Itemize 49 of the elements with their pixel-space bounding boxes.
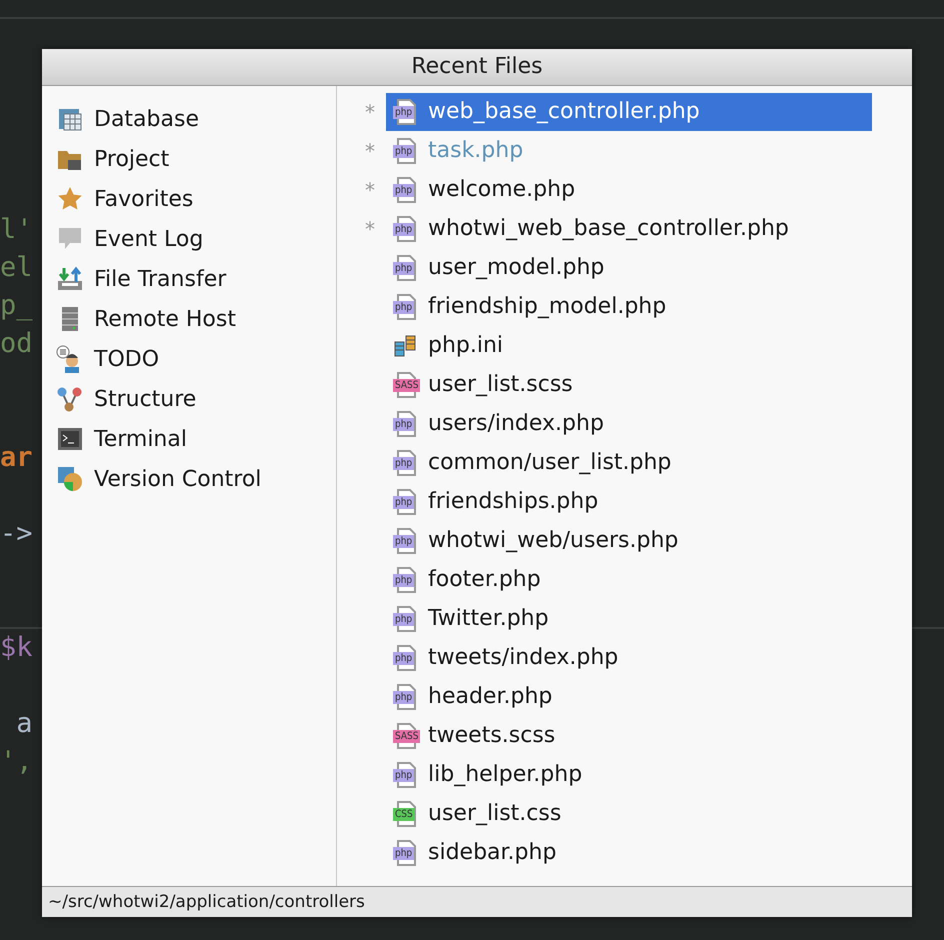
recent-file-item[interactable]: php whotwi_web/users.php <box>386 522 872 560</box>
recent-file-item[interactable]: php web_base_controller.php <box>386 92 872 130</box>
code-fragment: $k <box>0 632 33 663</box>
tool-window-item[interactable]: Favorites <box>42 179 202 219</box>
code-fragment: a <box>15 708 33 739</box>
modified-mark: * <box>364 178 375 202</box>
code-fragment: l' <box>0 214 33 245</box>
structure-icon <box>56 385 84 413</box>
recent-file-item[interactable]: php whotwi_web_base_controller.php <box>386 210 872 248</box>
recent-file-item[interactable]: php tweets/index.php <box>386 638 872 676</box>
tool-window-item[interactable]: Project <box>42 139 178 179</box>
tool-window-item[interactable]: Database <box>42 99 207 139</box>
modified-mark: * <box>364 216 375 240</box>
tool-window-item[interactable]: Structure <box>42 379 204 419</box>
modified-mark: * <box>364 138 375 162</box>
recent-file-item[interactable]: php friendships.php <box>386 482 872 520</box>
recent-file-item[interactable]: php lib_helper.php <box>386 756 872 794</box>
file-path: ~/src/whotwi2/application/controllers <box>48 892 365 912</box>
recent-file-item[interactable]: php.ini <box>386 326 872 364</box>
tool-window-item[interactable]: Terminal <box>42 419 195 459</box>
recent-file-item[interactable]: php welcome.php <box>386 170 872 208</box>
tool-window-item[interactable]: Remote Host <box>42 299 244 339</box>
code-fragment: ', <box>0 746 33 777</box>
recent-file-item[interactable]: php friendship_model.php <box>386 288 872 326</box>
tool-window-item[interactable]: Event Log <box>42 219 212 259</box>
code-fragment: od <box>0 328 33 359</box>
recent-file-item[interactable]: php sidebar.php <box>386 834 872 872</box>
recent-file-item[interactable]: php user_model.php <box>386 248 872 286</box>
transfer-icon <box>56 265 84 293</box>
tool-window-item[interactable]: File Transfer <box>42 259 234 299</box>
recent-file-item[interactable]: php task.php <box>386 132 872 170</box>
recent-file-item[interactable]: CSS user_list.css <box>386 794 872 832</box>
recent-file-item[interactable]: php Twitter.php <box>386 600 872 638</box>
recent-file-item[interactable]: php header.php <box>386 678 872 716</box>
tool-window-item[interactable]: Version Control <box>42 459 270 499</box>
code-fragment: ar <box>0 442 33 473</box>
tool-window-item[interactable]: TODO <box>42 339 168 379</box>
modified-mark: * <box>364 100 375 124</box>
recent-file-item[interactable]: php common/user_list.php <box>386 444 872 482</box>
version-control-icon <box>56 465 84 493</box>
code-fragment: el <box>0 252 33 283</box>
recent-file-item[interactable]: SASS tweets.scss <box>386 716 872 754</box>
code-fragment: p_ <box>0 290 33 321</box>
terminal-icon <box>56 425 84 453</box>
code-fragment: -> <box>0 518 33 549</box>
recent-file-item[interactable]: php footer.php <box>386 560 872 598</box>
popup-title: Recent Files <box>42 49 912 86</box>
recent-file-item[interactable]: php users/index.php <box>386 404 872 442</box>
recent-file-item[interactable]: SASS user_list.scss <box>386 366 872 404</box>
